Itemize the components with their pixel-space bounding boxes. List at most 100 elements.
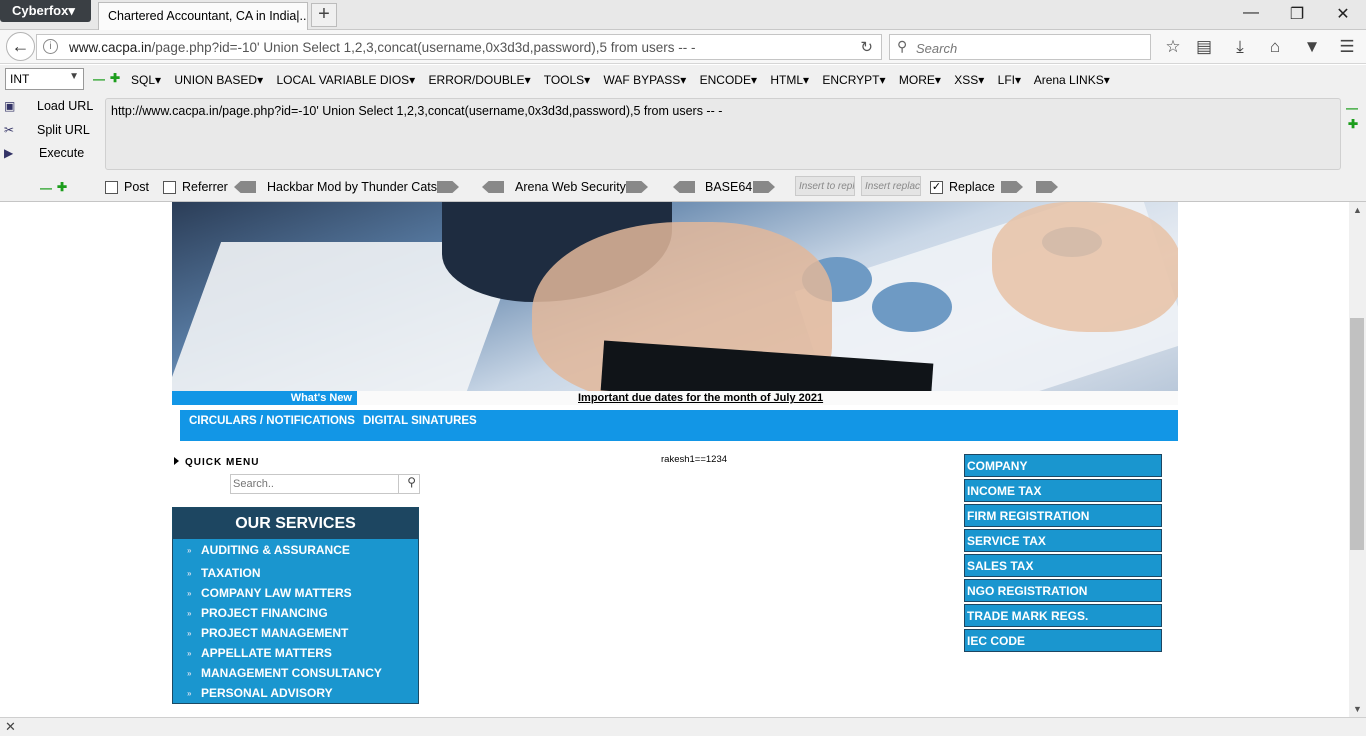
bullet-icon: »	[187, 689, 192, 698]
bookmark-star-icon[interactable]: ☆	[1162, 37, 1184, 57]
right-link-firm-registration[interactable]: FIRM REGISTRATION	[964, 504, 1162, 527]
right-link-income-tax[interactable]: INCOME TAX	[964, 479, 1162, 502]
scroll-down-icon[interactable]: ▼	[1349, 704, 1366, 714]
type-select-value: INT	[10, 72, 30, 86]
vertical-scrollbar[interactable]: ▲ ▼	[1349, 202, 1366, 717]
arena-left-arrow-icon[interactable]	[482, 181, 504, 193]
right-link-trade-mark[interactable]: TRADE MARK REGS.	[964, 604, 1162, 627]
arena-right-arrow-icon[interactable]	[626, 181, 648, 193]
right-link-service-tax[interactable]: SERVICE TAX	[964, 529, 1162, 552]
menu-lfi[interactable]: LFI▾	[998, 73, 1021, 87]
service-link-personal-advisory[interactable]: » PERSONAL ADVISORY	[187, 686, 333, 700]
title-bar: Cyberfox▾ Chartered Accountant, CA in In…	[0, 0, 1366, 30]
pocket-icon[interactable]: ▼	[1301, 37, 1323, 57]
close-window-icon[interactable]: ✕	[1333, 4, 1353, 24]
right-link-sales-tax[interactable]: SALES TAX	[964, 554, 1162, 577]
mod-left-arrow-icon[interactable]	[234, 181, 256, 193]
service-label: TAXATION	[201, 566, 261, 580]
service-link-company-law[interactable]: » COMPANY LAW MATTERS	[187, 586, 352, 600]
menu-tools[interactable]: TOOLS▾	[544, 73, 590, 87]
referrer-checkbox[interactable]	[163, 181, 176, 194]
right-link-ngo-registration[interactable]: NGO REGISTRATION	[964, 579, 1162, 602]
our-services-title: OUR SERVICES	[173, 508, 418, 539]
downloads-icon[interactable]: ⤓	[1229, 37, 1251, 57]
options-minus-icon[interactable]: —	[40, 181, 52, 195]
menu-local-variable-dios[interactable]: LOCAL VARIABLE DIOS▾	[276, 73, 415, 87]
our-services-panel: OUR SERVICES » AUDITING & ASSURANCE » TAXA…	[172, 507, 419, 704]
page-viewport: What's New Important due dates for the m…	[0, 202, 1349, 717]
options-plus-icon[interactable]: ✚	[57, 180, 67, 194]
replace-checkbox[interactable]: ✓	[930, 181, 943, 194]
quick-menu-label: QUICK MENU	[185, 457, 260, 468]
close-findbar-icon[interactable]: ✕	[5, 719, 16, 735]
news-ticker-link[interactable]: Important due dates for the month of Jul…	[578, 391, 823, 405]
hamburger-menu-icon[interactable]: ☰	[1336, 37, 1358, 57]
browser-tab[interactable]: Chartered Accountant, CA in India|...	[98, 2, 308, 30]
browser-search-box[interactable]: ⚲ Search	[889, 34, 1151, 60]
hackbar-options-row: — ✚ Post Referrer Hackbar Mod by Thunder…	[0, 175, 1366, 199]
textarea-plus-icon[interactable]: ✚	[1348, 117, 1358, 131]
service-link-project-management[interactable]: » PROJECT MANAGEMENT	[187, 626, 348, 640]
service-link-auditing[interactable]: » AUDITING & ASSURANCE	[187, 543, 350, 557]
base64-right-arrow-icon[interactable]	[753, 181, 775, 193]
type-select[interactable]: INT ▼	[5, 68, 84, 90]
reload-icon[interactable]: ↻	[860, 38, 873, 56]
menu-union-based[interactable]: UNION BASED▾	[174, 73, 263, 87]
nav-link-digital-signatures[interactable]: DIGITAL SINATURES	[363, 415, 477, 427]
menu-waf-bypass[interactable]: WAF BYPASS▾	[604, 73, 687, 87]
service-link-appellate[interactable]: » APPELLATE MATTERS	[187, 646, 332, 660]
replace-find-input[interactable]: Insert to repl	[795, 176, 855, 196]
home-icon[interactable]: ⌂	[1264, 37, 1286, 57]
new-tab-button[interactable]: +	[311, 3, 337, 27]
service-label: PERSONAL ADVISORY	[201, 686, 333, 700]
nav-link-circulars[interactable]: CIRCULARS / NOTIFICATIONS	[189, 415, 355, 427]
scrollbar-thumb[interactable]	[1350, 318, 1364, 550]
hackbar-panel: ▣ Load URL ✂ Split URL ▶ Execute http://…	[0, 95, 1366, 202]
back-arrow-icon[interactable]: ←	[6, 32, 35, 61]
sub-navigation-bar: CIRCULARS / NOTIFICATIONS DIGITAL SINATU…	[180, 410, 1178, 441]
bullet-icon: »	[187, 649, 192, 658]
minus-icon[interactable]: —	[93, 72, 105, 86]
reading-list-icon[interactable]: ▤	[1193, 37, 1215, 57]
replace-go-arrow-icon[interactable]	[1001, 181, 1023, 193]
menu-sql[interactable]: SQL▾	[131, 73, 161, 87]
menu-encrypt[interactable]: ENCRYPT▾	[822, 73, 885, 87]
menu-xss[interactable]: XSS▾	[954, 73, 984, 87]
caret-right-icon	[174, 457, 179, 465]
scroll-up-icon[interactable]: ▲	[1349, 205, 1366, 215]
service-link-project-financing[interactable]: » PROJECT FINANCING	[187, 606, 328, 620]
search-icon[interactable]: ⚲	[407, 475, 416, 489]
right-link-iec-code[interactable]: IEC CODE	[964, 629, 1162, 652]
service-label: COMPANY LAW MATTERS	[201, 586, 352, 600]
site-search-input[interactable]	[231, 475, 399, 493]
bullet-icon: »	[187, 609, 192, 618]
menu-html[interactable]: HTML▾	[770, 73, 809, 87]
load-url-label: Load URL	[37, 99, 94, 113]
site-info-icon[interactable]: i	[43, 39, 58, 54]
url-text[interactable]: www.cacpa.in/page.php?id=-10' Union Sele…	[69, 40, 696, 55]
navigation-bar: ← i www.cacpa.in/page.php?id=-10' Union …	[0, 30, 1366, 64]
minimize-icon[interactable]: —	[1241, 4, 1261, 22]
service-link-taxation[interactable]: » TAXATION	[187, 566, 261, 580]
service-link-management-consultancy[interactable]: » MANAGEMENT CONSULTANCY	[187, 666, 382, 680]
plus-icon[interactable]: ✚	[110, 71, 120, 85]
restore-icon[interactable]: ❐	[1287, 4, 1307, 24]
menu-encode[interactable]: ENCODE▾	[700, 73, 757, 87]
post-checkbox[interactable]	[105, 181, 118, 194]
mod-right-arrow-icon[interactable]	[437, 181, 459, 193]
app-menu-button[interactable]: Cyberfox▾	[0, 0, 91, 22]
hackbar-url-textarea[interactable]: http://www.cacpa.in/page.php?id=-10' Uni…	[105, 98, 1341, 170]
url-bar[interactable]: i www.cacpa.in/page.php?id=-10' Union Se…	[36, 34, 882, 60]
replace-all-arrow-icon[interactable]	[1036, 181, 1058, 193]
base64-label: BASE64	[705, 180, 753, 194]
status-bar: ✕	[0, 717, 1366, 736]
menu-error-double[interactable]: ERROR/DOUBLE▾	[429, 73, 531, 87]
base64-left-arrow-icon[interactable]	[673, 181, 695, 193]
header-banner-image	[172, 202, 1178, 392]
replace-with-input[interactable]: Insert replac	[861, 176, 921, 196]
right-link-company[interactable]: COMPANY	[964, 454, 1162, 477]
textarea-minus-icon[interactable]: —	[1346, 101, 1358, 115]
quick-menu-heading: QUICK MENU	[174, 457, 259, 468]
menu-more[interactable]: MORE▾	[899, 73, 941, 87]
menu-arena-links[interactable]: Arena LINKS▾	[1034, 73, 1110, 87]
